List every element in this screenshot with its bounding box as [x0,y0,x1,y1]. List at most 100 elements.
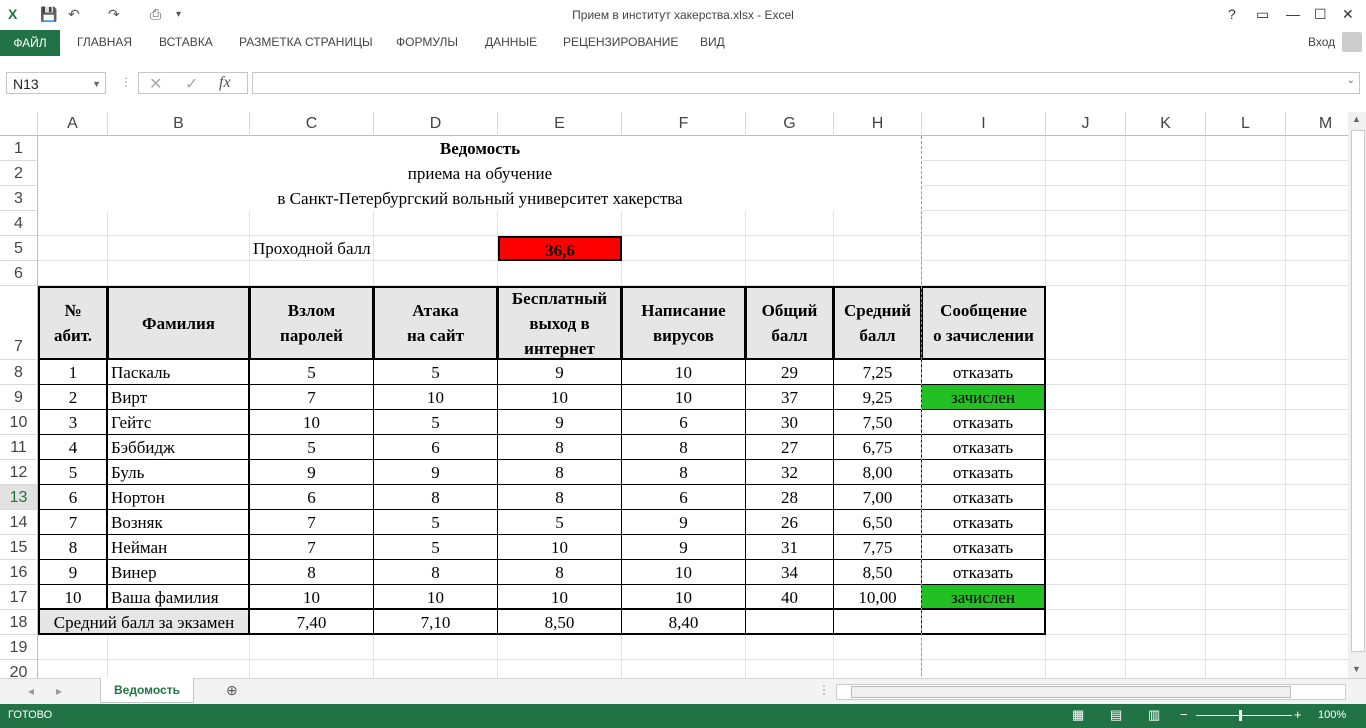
column-header-e[interactable]: E [498,112,622,136]
data-cell[interactable]: 31 [746,535,834,560]
pass-score-label[interactable]: Проходной балл [250,236,498,261]
zoom-slider-thumb[interactable] [1239,710,1242,721]
data-cell[interactable]: Нортон [108,485,250,510]
data-cell[interactable]: 6 [374,435,498,460]
row-header-9[interactable]: 9 [0,385,38,410]
column-header-a[interactable]: A [38,112,108,136]
row-header-12[interactable]: 12 [0,460,38,485]
data-cell[interactable]: отказать [922,360,1046,385]
row-header-14[interactable]: 14 [0,510,38,535]
row-header-17[interactable]: 17 [0,585,38,610]
zoom-level[interactable]: 100% [1318,709,1346,721]
data-cell[interactable]: 28 [746,485,834,510]
average-label[interactable]: Средний балл за экзамен [38,610,250,635]
row-header-19[interactable]: 19 [0,635,38,660]
help-icon[interactable]: ? [1228,6,1236,22]
tab-data[interactable]: ДАННЫЕ [485,35,537,49]
data-cell[interactable]: 5 [374,535,498,560]
maximize-icon[interactable]: ☐ [1314,6,1327,23]
data-cell[interactable]: отказать [922,510,1046,535]
close-icon[interactable]: ✕ [1342,6,1354,23]
data-cell[interactable]: 10 [622,360,746,385]
data-cell[interactable]: Ваша фамилия [108,585,250,610]
row-header-20[interactable]: 20 [0,660,38,678]
data-cell[interactable]: Винер [108,560,250,585]
data-cell[interactable]: 2 [38,385,108,410]
row-header-3[interactable]: 3 [0,186,38,211]
row-header-15[interactable]: 15 [0,535,38,560]
tab-page-layout[interactable]: РАЗМЕТКА СТРАНИЦЫ [239,35,373,49]
data-cell[interactable]: 8 [498,435,622,460]
data-cell[interactable]: 10 [250,585,374,610]
data-cell[interactable]: 6 [622,410,746,435]
scroll-thumb[interactable] [1351,130,1365,652]
row-header-13[interactable]: 13 [0,485,38,510]
page-layout-view-icon[interactable]: ▤ [1110,707,1122,723]
column-header-f[interactable]: F [622,112,746,136]
scroll-down-icon[interactable]: ▼ [1352,664,1361,674]
ribbon-options-icon[interactable]: ▭ [1256,6,1269,23]
data-cell[interactable]: 9 [250,460,374,485]
tab-formulas[interactable]: ФОРМУЛЫ [396,35,458,49]
column-title-1[interactable]: № абит. [38,286,108,360]
data-cell[interactable]: 9 [498,360,622,385]
row-header-18[interactable]: 18 [0,610,38,635]
data-cell[interactable]: 8 [374,560,498,585]
spreadsheet-grid[interactable]: A B C D E F G H I J K L M 1 2 3 4 5 6 7 8 9 10 11 12 13 14 15 16 17 18… [0,112,1348,678]
data-cell[interactable]: Гейтс [108,410,250,435]
sheet-subtitle[interactable]: приема на обучение [38,161,922,186]
data-cell[interactable]: Возняк [108,510,250,535]
zoom-out-icon[interactable]: − [1180,707,1188,722]
data-cell[interactable]: Вирт [108,385,250,410]
next-sheet-icon[interactable]: ▸ [56,684,62,698]
column-title-6[interactable]: Написание вирусов [622,286,746,360]
zoom-in-icon[interactable]: + [1294,707,1302,722]
data-cell[interactable]: отказать [922,410,1046,435]
average-value[interactable]: 8,50 [498,610,622,635]
average-value[interactable]: 8,40 [622,610,746,635]
row-header-1[interactable]: 1 [0,136,38,161]
tab-file[interactable]: ФАЙЛ [0,30,60,56]
row-header-4[interactable]: 4 [0,211,38,236]
data-cell[interactable]: 3 [38,410,108,435]
column-title-9[interactable]: Сообщение о зачислении [922,286,1046,360]
formula-input[interactable]: ⌄ [252,72,1360,94]
sheet-title[interactable]: Ведомость [38,136,922,161]
sheet-subtitle-university[interactable]: в Санкт-Петербургский вольный университе… [38,186,922,211]
data-cell[interactable]: зачислен [922,385,1046,410]
data-cell[interactable]: 10 [622,585,746,610]
data-cell[interactable]: Бэббидж [108,435,250,460]
scroll-up-icon[interactable]: ▲ [1352,114,1361,124]
data-cell[interactable]: Нейман [108,535,250,560]
data-cell[interactable]: 8 [498,460,622,485]
data-cell[interactable]: 27 [746,435,834,460]
data-cell[interactable]: 9,25 [834,385,922,410]
horizontal-scrollbar[interactable] [836,684,1346,700]
data-cell[interactable]: 10 [622,385,746,410]
column-title-8[interactable]: Средний балл [834,286,922,360]
row-header-11[interactable]: 11 [0,435,38,460]
data-cell[interactable]: 30 [746,410,834,435]
column-header-k[interactable]: K [1126,112,1206,136]
data-cell[interactable]: 9 [374,460,498,485]
data-cell[interactable]: 5 [498,510,622,535]
empty-cell[interactable] [746,610,834,635]
column-header-m[interactable]: M [1286,112,1348,136]
enter-icon[interactable]: ✓ [185,74,198,94]
data-cell[interactable]: 5 [250,360,374,385]
data-cell[interactable]: 8 [250,560,374,585]
prev-sheet-icon[interactable]: ◂ [28,684,34,698]
tab-review[interactable]: РЕЦЕНЗИРОВАНИЕ [563,35,678,49]
data-cell[interactable]: 7 [38,510,108,535]
insert-function-icon[interactable]: fx [219,74,231,92]
average-value[interactable]: 7,10 [374,610,498,635]
data-cell[interactable]: зачислен [922,585,1046,610]
column-header-h[interactable]: H [834,112,922,136]
row-header-10[interactable]: 10 [0,410,38,435]
avatar[interactable] [1342,32,1362,52]
data-cell[interactable]: 8,50 [834,560,922,585]
data-cell[interactable]: 7 [250,535,374,560]
data-cell[interactable]: 6,75 [834,435,922,460]
tab-insert[interactable]: ВСТАВКА [159,35,213,49]
data-cell[interactable]: 1 [38,360,108,385]
